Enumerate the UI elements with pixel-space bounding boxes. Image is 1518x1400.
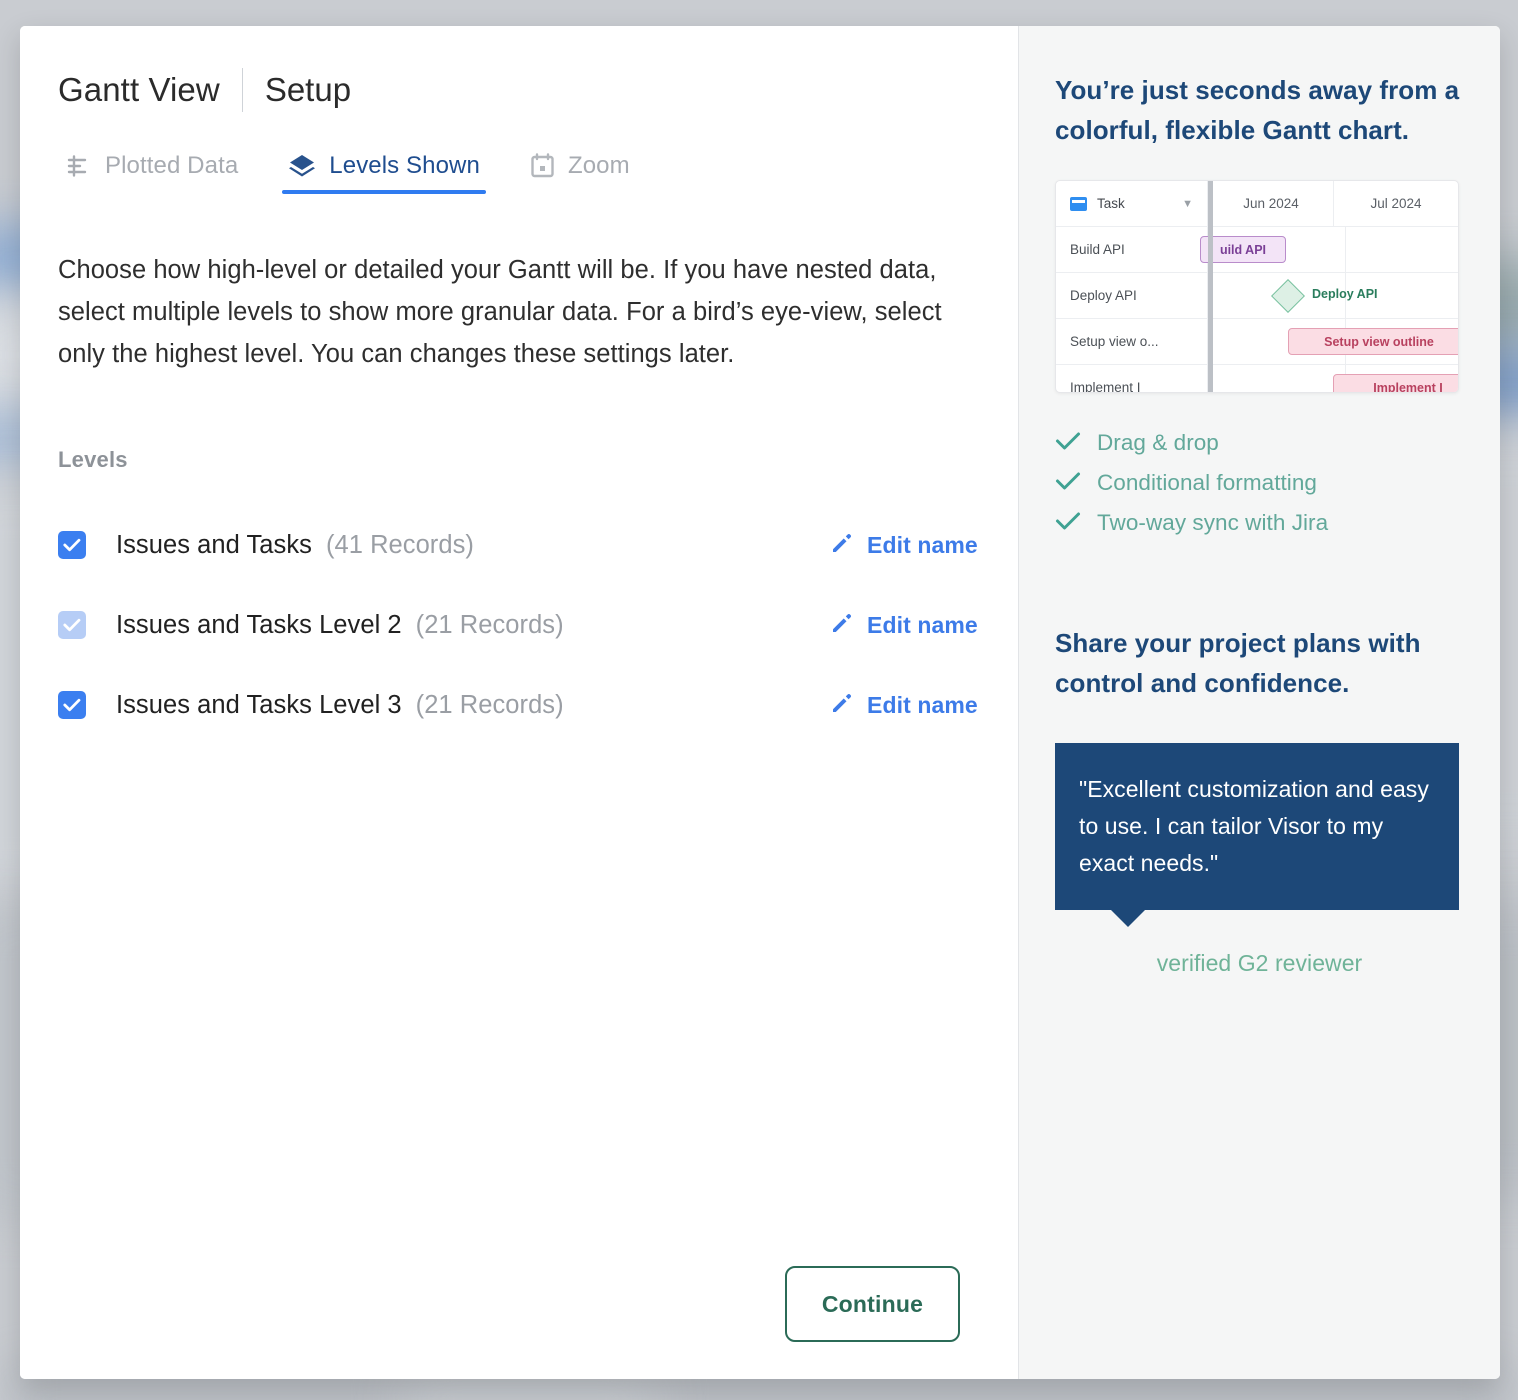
feature-item: Drag & drop — [1055, 423, 1464, 463]
level-name: Issues and Tasks Level 2 — [116, 610, 402, 639]
page-title: Gantt View — [58, 71, 220, 108]
gantt-scrollbar[interactable] — [1208, 181, 1213, 392]
promo-heading-2: Share your project plans with control an… — [1055, 628, 1421, 698]
setup-modal: Gantt View Setup Plotted Data Levels Sho… — [20, 26, 1500, 1379]
pencil-icon — [830, 611, 854, 640]
gantt-task-name: Setup view o... — [1056, 319, 1208, 364]
levels-list: Issues and Tasks (41 Records) Edit name — [58, 505, 978, 745]
gantt-preview-image: Task ▼ Jun 2024 Jul 2024 Build API uild … — [1055, 180, 1459, 393]
promo-panel: You’re just seconds away from a colorful… — [1019, 26, 1500, 1379]
setup-tabs: Plotted Data Levels Shown Zoom — [60, 152, 978, 194]
gantt-row: Setup view o... Setup view outline — [1056, 319, 1458, 365]
edit-name-link-3[interactable]: Edit name — [830, 691, 978, 720]
gantt-track: Setup view outline — [1208, 319, 1458, 364]
pencil-icon — [830, 691, 854, 720]
gantt-month: Jun 2024 — [1208, 181, 1333, 226]
level-count: (21 Records) — [415, 690, 564, 719]
gantt-track: Deploy API — [1208, 273, 1458, 318]
level-checkbox-1[interactable] — [58, 531, 86, 559]
level-checkbox-2[interactable] — [58, 611, 86, 639]
promo-heading-1: You’re just seconds away from a colorful… — [1055, 75, 1460, 145]
gantt-track: uild API — [1200, 227, 1458, 272]
chevron-down-icon: ▼ — [1182, 197, 1193, 210]
edit-name-label: Edit name — [867, 611, 978, 638]
gantt-row: Deploy API Deploy API — [1056, 273, 1458, 319]
backdrop-blur-shape — [400, 1378, 660, 1400]
setup-description: Choose how high-level or detailed your G… — [58, 256, 942, 368]
tab-plotted-data[interactable]: Plotted Data — [60, 152, 244, 194]
pencil-icon — [830, 531, 854, 560]
feature-list: Drag & drop Conditional formatting Two-w… — [1055, 423, 1464, 543]
gantt-bar: Implement I — [1333, 374, 1458, 392]
level-row: Issues and Tasks Level 2 (21 Records) Ed… — [58, 585, 978, 665]
task-icon — [1070, 196, 1087, 211]
feature-item: Two-way sync with Jira — [1055, 503, 1464, 543]
gantt-row: Implement I Implement I — [1056, 365, 1458, 392]
levels-heading: Levels — [58, 447, 128, 472]
level-name: Issues and Tasks — [116, 530, 312, 559]
feature-label: Conditional formatting — [1097, 470, 1317, 495]
level-count: (41 Records) — [325, 530, 474, 559]
layers-icon — [288, 153, 316, 179]
edit-name-label: Edit name — [867, 531, 978, 558]
title-divider — [241, 68, 243, 112]
gantt-task-name: Build API — [1056, 227, 1208, 272]
edit-name-link-2[interactable]: Edit name — [830, 611, 978, 640]
feature-label: Two-way sync with Jira — [1097, 510, 1329, 535]
check-icon — [1055, 471, 1081, 496]
testimonial-attribution: verified G2 reviewer — [1156, 950, 1363, 976]
page-subtitle: Setup — [264, 71, 352, 108]
edit-name-link-1[interactable]: Edit name — [830, 531, 978, 560]
gantt-month-headers: Jun 2024 Jul 2024 — [1208, 181, 1458, 226]
gantt-track: Implement I — [1208, 365, 1458, 392]
tab-label: Zoom — [567, 152, 630, 179]
testimonial-card: "Excellent customization and easy to use… — [1055, 743, 1459, 927]
feature-label: Drag & drop — [1097, 430, 1219, 455]
sliders-icon — [66, 154, 92, 178]
gantt-bar: Setup view outline — [1288, 328, 1458, 355]
gantt-milestone-label: Deploy API — [1312, 287, 1378, 301]
testimonial-quote: "Excellent customization and easy to use… — [1079, 776, 1429, 876]
level-row: Issues and Tasks Level 3 (21 Records) Ed… — [58, 665, 978, 745]
gantt-milestone-diamond — [1271, 279, 1305, 313]
feature-item: Conditional formatting — [1055, 463, 1464, 503]
level-name: Issues and Tasks Level 3 — [116, 690, 402, 719]
level-row: Issues and Tasks (41 Records) Edit name — [58, 505, 978, 585]
gantt-column-header: Task ▼ — [1056, 181, 1208, 226]
edit-name-label: Edit name — [867, 691, 978, 718]
gantt-task-name: Implement I — [1056, 365, 1208, 392]
check-icon — [1055, 511, 1081, 536]
tab-zoom[interactable]: Zoom — [524, 152, 636, 194]
tab-label: Plotted Data — [105, 152, 239, 179]
gantt-header-row: Task ▼ Jun 2024 Jul 2024 — [1056, 181, 1458, 227]
gantt-column-label: Task — [1097, 196, 1125, 211]
gantt-month: Jul 2024 — [1333, 181, 1458, 226]
setup-left-pane: Gantt View Setup Plotted Data Levels Sho… — [20, 26, 1018, 1379]
calendar-icon — [530, 153, 555, 179]
tab-label: Levels Shown — [329, 152, 480, 179]
check-icon — [1055, 431, 1081, 456]
breadcrumb: Gantt View Setup — [58, 68, 978, 112]
gantt-row: Build API uild API — [1056, 227, 1458, 273]
level-count: (21 Records) — [415, 610, 564, 639]
level-checkbox-3[interactable] — [58, 691, 86, 719]
tab-levels-shown[interactable]: Levels Shown — [282, 152, 486, 194]
gantt-task-name: Deploy API — [1056, 273, 1208, 318]
continue-button[interactable]: Continue — [785, 1266, 960, 1342]
